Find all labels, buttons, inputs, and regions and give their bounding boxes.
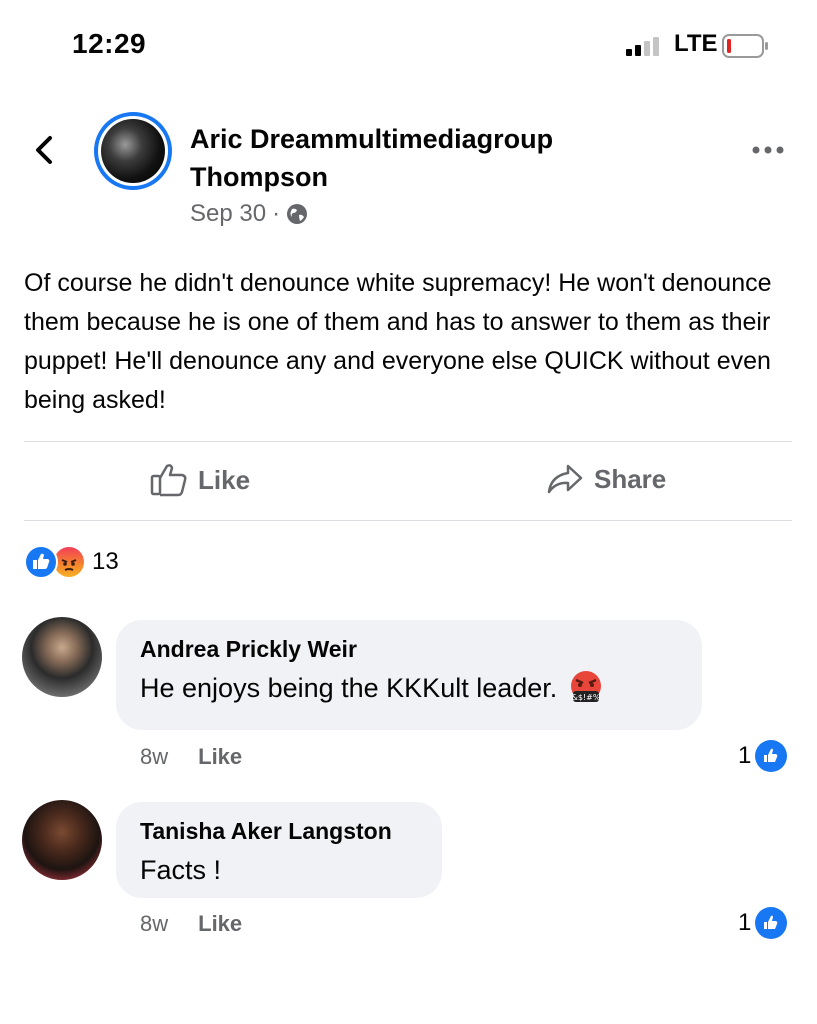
comment-text-row: Facts !: [140, 850, 418, 890]
comment-like-number: 1: [738, 742, 752, 769]
comment-author[interactable]: Andrea Prickly Weir: [140, 634, 678, 664]
comment-age: 8w: [140, 744, 169, 769]
comment-like-button[interactable]: Like: [198, 911, 242, 937]
cursing-face-emoji-icon: &$!#%: [571, 671, 602, 702]
share-button-label: Share: [594, 463, 667, 494]
status-bar: 12:29 LTE: [0, 0, 817, 90]
commenter-avatar[interactable]: [22, 800, 102, 880]
post-date[interactable]: Sep 30: [190, 200, 266, 228]
post-meta: Sep 30 ·: [190, 200, 308, 228]
svg-text:&$!#%: &$!#%: [572, 693, 601, 702]
battery-icon: [722, 34, 768, 58]
comment-like-button[interactable]: Like: [198, 744, 242, 770]
like-reaction-icon: [24, 545, 58, 579]
like-badge-icon: [755, 740, 788, 772]
status-time: 12:29: [72, 28, 147, 59]
globe-icon: [287, 204, 308, 224]
share-arrow-icon: [547, 464, 583, 494]
back-arrow-icon[interactable]: [30, 130, 60, 170]
reaction-count: 13: [92, 548, 119, 575]
divider: [24, 441, 792, 442]
comment-author[interactable]: Tanisha Aker Langston: [140, 816, 418, 846]
reactions-summary[interactable]: 13: [24, 545, 119, 579]
like-badge-icon: [755, 907, 788, 939]
meta-separator: ·: [272, 200, 281, 227]
share-button[interactable]: Share: [546, 462, 666, 496]
comment-age: 8w: [140, 911, 169, 936]
comment-like-number: 1: [738, 909, 752, 936]
comment-text-row: He enjoys being the KKKult leader. &$!#%: [140, 668, 678, 708]
author-avatar[interactable]: [94, 112, 172, 190]
post-author-name[interactable]: Aric Dreammultimediagroup Thompson: [190, 120, 630, 196]
comment-footer: 8w Like: [140, 744, 242, 770]
commenter-avatar[interactable]: [22, 617, 102, 697]
comment-text: He enjoys being the KKKult leader.: [140, 673, 558, 703]
more-options-icon[interactable]: [748, 138, 788, 162]
comment-like-count[interactable]: 1: [738, 907, 788, 939]
comment-bubble: Andrea Prickly Weir He enjoys being the …: [116, 620, 702, 730]
comment-footer: 8w Like: [140, 911, 242, 937]
comment-text: Facts !: [140, 855, 222, 885]
like-button-label: Like: [198, 464, 251, 495]
like-button[interactable]: Like: [150, 462, 250, 498]
network-type: LTE: [674, 30, 718, 57]
thumbs-up-icon: [150, 464, 187, 497]
comment-like-count[interactable]: 1: [738, 740, 788, 772]
divider: [24, 520, 792, 521]
post-text: Of course he didn't denounce white supre…: [24, 269, 772, 414]
signal-icon: [626, 37, 659, 56]
comment-bubble: Tanisha Aker Langston Facts !: [116, 802, 442, 898]
